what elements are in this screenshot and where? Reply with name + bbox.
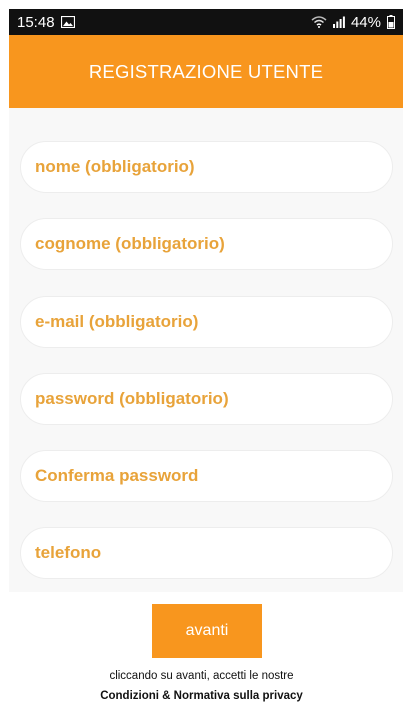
password-field[interactable] [20, 373, 393, 425]
phone-field[interactable] [20, 527, 393, 579]
status-left: 15:48 [17, 14, 75, 31]
app-header: REGISTRAZIONE UTENTE [9, 35, 403, 108]
page-title: REGISTRAZIONE UTENTE [88, 60, 324, 82]
wifi-icon [311, 16, 327, 28]
battery-percentage: 44% [350, 13, 381, 31]
phone-input[interactable] [33, 542, 380, 564]
surname-field[interactable] [20, 218, 393, 270]
registration-form [9, 108, 403, 592]
surname-input[interactable] [33, 233, 380, 255]
battery-icon [387, 15, 395, 29]
confirm-password-field[interactable] [20, 450, 393, 502]
status-time: 15:48 [17, 13, 55, 31]
email-input[interactable] [33, 311, 380, 333]
image-icon [60, 16, 75, 28]
next-button[interactable]: avanti [152, 604, 262, 658]
privacy-policy-link[interactable]: Condizioni & Normativa sulla privacy [0, 690, 403, 702]
email-field[interactable] [20, 296, 393, 348]
consent-text: cliccando su avanti, accetti le nostre [109, 670, 294, 682]
status-right: 44% [311, 14, 395, 31]
signal-icon [332, 16, 345, 28]
registration-screen: 15:48 44% REGISTRAZIONE UTENTE nome (obb… [0, 0, 403, 706]
status-bar: 15:48 44% [9, 9, 403, 35]
name-field[interactable] [20, 141, 393, 193]
name-input[interactable] [33, 156, 380, 178]
password-input[interactable] [33, 388, 380, 410]
confirm-password-input[interactable] [33, 465, 380, 487]
